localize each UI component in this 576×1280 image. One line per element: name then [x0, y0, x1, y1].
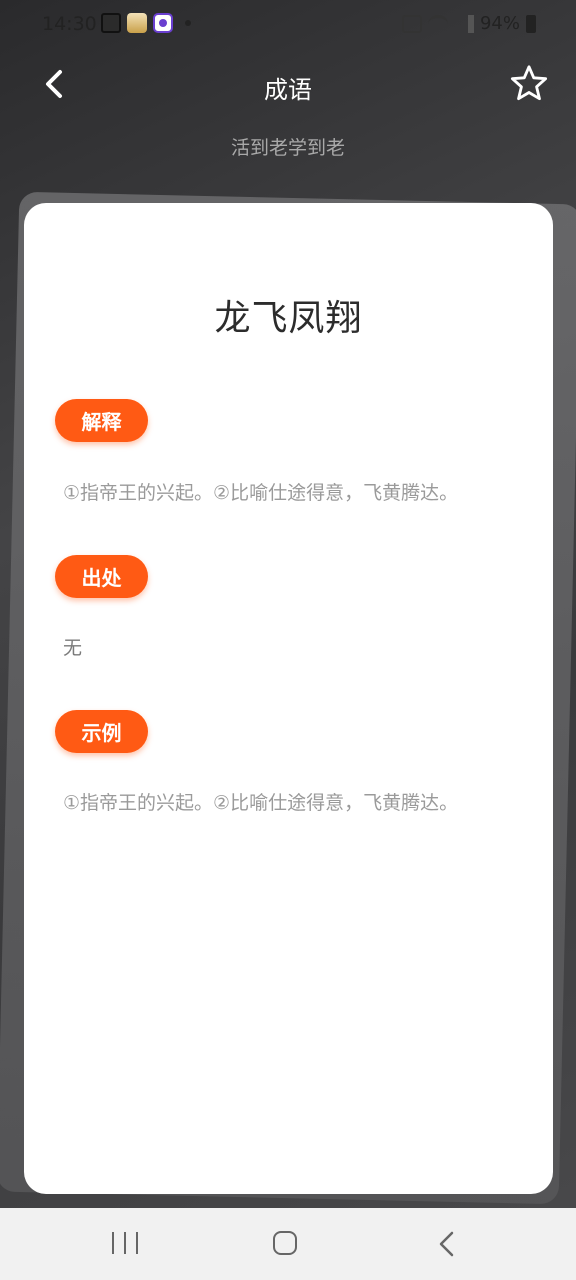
example-badge: 示例 [55, 710, 148, 753]
more-notifications-dot-icon [185, 20, 191, 26]
header: 成语 [0, 56, 576, 116]
notification-icons [101, 13, 191, 33]
system-status: 94% [401, 13, 536, 34]
system-nav-bar [0, 1208, 576, 1280]
mute-icon [401, 14, 422, 33]
gallery-icon [101, 13, 121, 33]
status-time: 14:30 [42, 13, 97, 35]
source-text: 无 [63, 637, 83, 659]
nav-back-button[interactable] [437, 1230, 457, 1258]
explanation-text: ①指帝王的兴起。②比喻仕途得意，飞黄腾达。 [63, 482, 459, 504]
source-badge: 出处 [55, 555, 148, 598]
status-bar: 14:30 94% [0, 0, 576, 48]
star-outline-icon [510, 65, 548, 101]
idiom-title: 龙飞凤翔 [214, 298, 363, 339]
page-subtitle: 活到老学到老 [230, 137, 345, 159]
app-notification-icon [127, 13, 147, 33]
home-button[interactable] [273, 1231, 297, 1255]
page-title: 成语 [264, 76, 312, 104]
signal-icon [453, 14, 474, 33]
favorite-button[interactable] [510, 64, 550, 104]
wifi-icon [427, 14, 448, 33]
recents-icon-bar [124, 1232, 126, 1254]
idiom-card: 龙飞凤翔 解释 ①指帝王的兴起。②比喻仕途得意，飞黄腾达。 出处 无 示例 ①指… [24, 203, 553, 1194]
battery-icon [526, 14, 536, 33]
explanation-badge: 解释 [55, 399, 148, 442]
recents-icon-bar [136, 1232, 138, 1254]
battery-percent: 94% [479, 13, 520, 34]
camera-app-icon [153, 13, 173, 33]
recents-icon [112, 1232, 114, 1254]
example-text: ①指帝王的兴起。②比喻仕途得意，飞黄腾达。 [63, 792, 459, 814]
recents-button[interactable] [112, 1232, 138, 1254]
